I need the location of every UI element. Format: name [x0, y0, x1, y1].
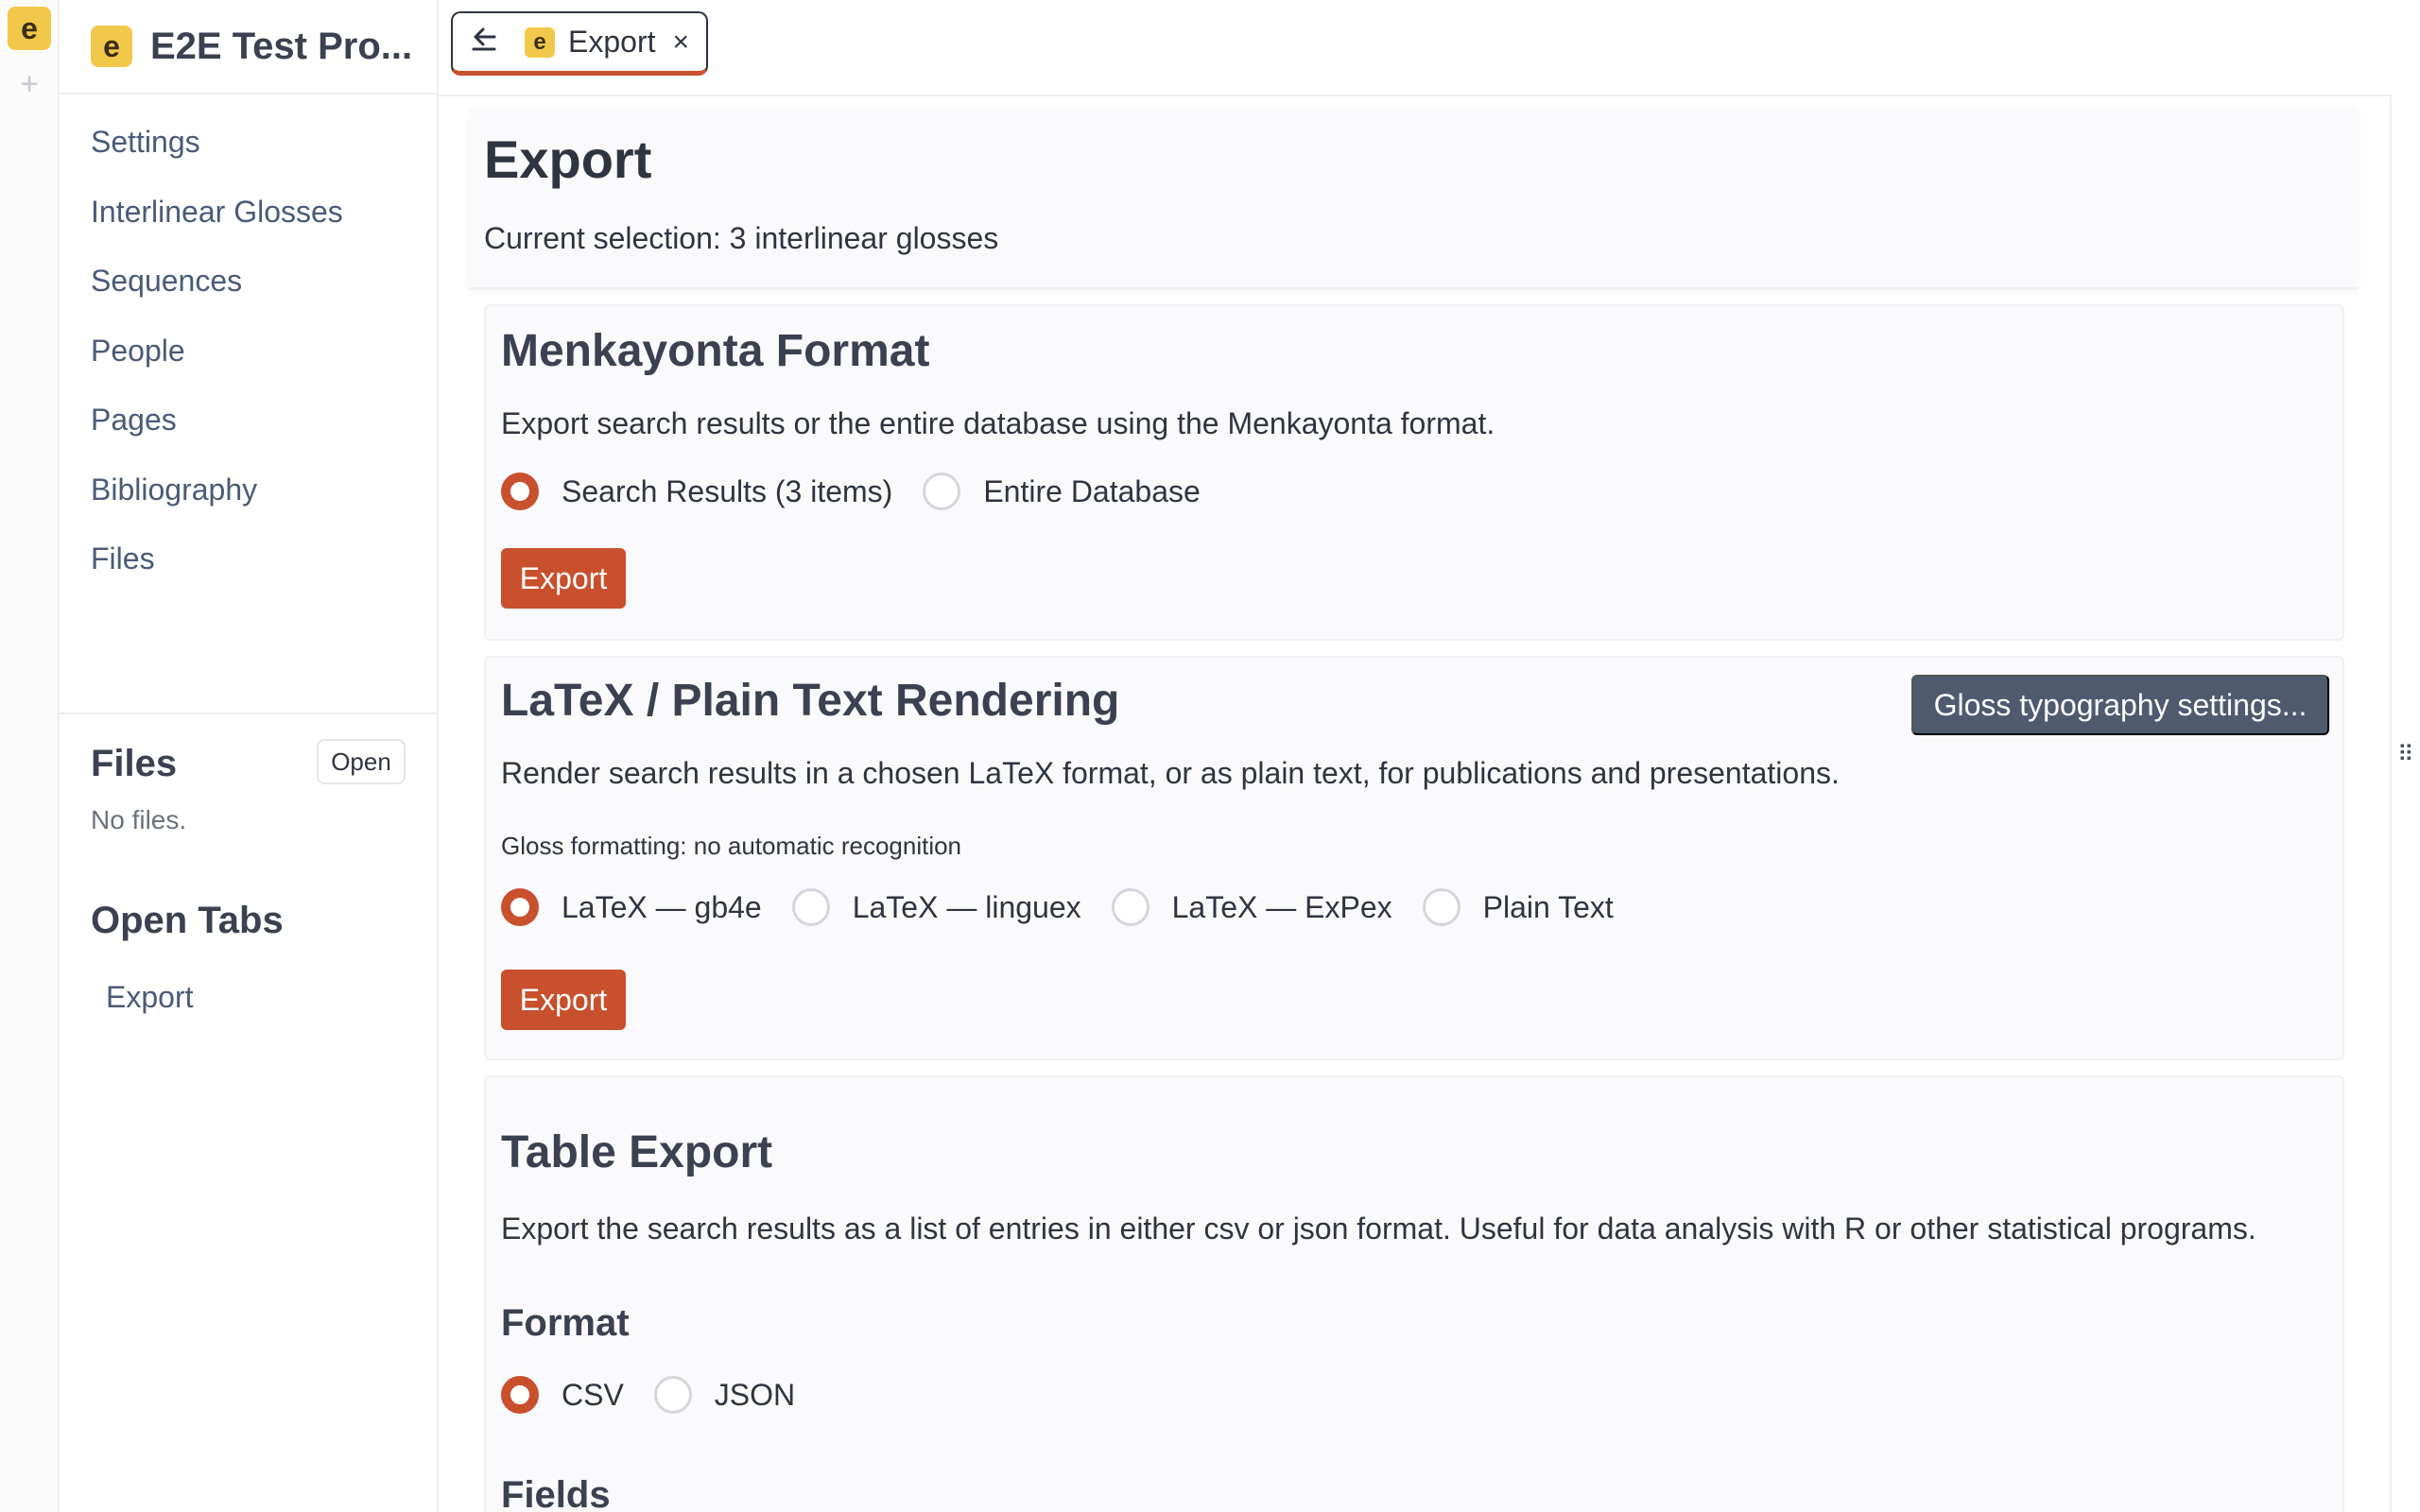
open-tab-item-export[interactable]: Export	[60, 980, 437, 1015]
selection-summary: Current selection: 3 interlinear glosses	[484, 221, 999, 255]
radio-indicator[interactable]	[791, 888, 830, 926]
radio-json[interactable]: JSON	[653, 1376, 796, 1414]
latex-description: Render search results in a chosen LaTeX …	[501, 756, 1840, 790]
open-tabs-heading: Open Tabs	[91, 900, 284, 941]
radio-indicator[interactable]	[501, 888, 539, 926]
sidebar-item-bibliography[interactable]: Bibliography	[60, 467, 437, 537]
radio-latex-linguex[interactable]: LaTeX — linguex	[791, 888, 1081, 926]
page-title: Export	[484, 129, 652, 189]
tab-bar: e Export ×	[439, 0, 2392, 96]
radio-label: Entire Database	[983, 473, 1201, 508]
radio-label: Plain Text	[1482, 889, 1614, 924]
sidebar: e E2E Test Pro... Settings Interlinear G…	[60, 0, 439, 1512]
arrow-left-icon[interactable]	[470, 24, 511, 60]
close-icon[interactable]: ×	[672, 26, 689, 59]
sidebar-nav: Settings Interlinear Glosses Sequences P…	[60, 94, 437, 714]
format-heading: Format	[501, 1302, 630, 1344]
sidebar-item-pages[interactable]: Pages	[60, 397, 437, 467]
latex-heading: LaTeX / Plain Text Rendering	[501, 676, 1120, 726]
latex-format-group: LaTeX — gb4e LaTeX — linguex LaTeX — ExP…	[501, 888, 1644, 926]
sidebar-item-people[interactable]: People	[60, 328, 437, 398]
table-format-group: CSV JSON	[501, 1376, 825, 1414]
gloss-formatting-note: Gloss formatting: no automatic recogniti…	[501, 832, 962, 860]
page-header: Export Current selection: 3 interlinear …	[469, 108, 2358, 289]
radio-indicator[interactable]	[501, 472, 539, 510]
radio-latex-gb4e[interactable]: LaTeX — gb4e	[501, 888, 762, 926]
table-export-description: Export the search results as a list of e…	[501, 1211, 2256, 1246]
table-export-heading: Table Export	[501, 1127, 773, 1177]
table-export-card: Table Export Export the search results a…	[484, 1075, 2344, 1512]
radio-label: LaTeX — ExPex	[1171, 889, 1392, 924]
radio-latex-expex[interactable]: LaTeX — ExPex	[1111, 888, 1392, 926]
latex-export-button[interactable]: Export	[501, 970, 626, 1030]
radio-indicator[interactable]	[1111, 888, 1150, 926]
app-root: e + e E2E Test Pro... Settings Interline…	[0, 0, 2420, 1512]
radio-csv[interactable]: CSV	[501, 1376, 624, 1414]
sidebar-item-files[interactable]: Files	[60, 536, 437, 606]
radio-label: LaTeX — gb4e	[562, 889, 762, 924]
latex-card: LaTeX / Plain Text Rendering Gloss typog…	[484, 656, 2344, 1060]
files-section: Files Open	[60, 714, 437, 818]
radio-plain-text[interactable]: Plain Text	[1422, 888, 1614, 926]
open-tabs-section: Open Tabs	[60, 835, 437, 942]
project-title[interactable]: E2E Test Pro...	[150, 26, 412, 68]
open-file-button[interactable]: Open	[317, 739, 406, 784]
menkayonta-card: Menkayonta Format Export search results …	[484, 304, 2344, 641]
radio-entire-database[interactable]: Entire Database	[923, 472, 1201, 510]
drag-handle-icon[interactable]: ⠿	[2397, 741, 2414, 768]
project-rail: e +	[0, 0, 60, 1512]
main-content: Export Current selection: 3 interlinear …	[439, 96, 2392, 1512]
sidebar-item-interlinear-glosses[interactable]: Interlinear Glosses	[60, 189, 437, 259]
sidebar-item-settings[interactable]: Settings	[60, 119, 437, 189]
menkayonta-scope-group: Search Results (3 items) Entire Database	[501, 472, 1231, 510]
tab-export[interactable]: e Export ×	[451, 11, 708, 76]
radio-label: JSON	[714, 1377, 796, 1412]
radio-indicator[interactable]	[923, 472, 961, 510]
menkayonta-export-button[interactable]: Export	[501, 548, 626, 609]
menkayonta-description: Export search results or the entire data…	[501, 406, 1495, 440]
sidebar-item-sequences[interactable]: Sequences	[60, 258, 437, 328]
app-logo-icon: e	[91, 26, 132, 67]
radio-search-results[interactable]: Search Results (3 items)	[501, 472, 892, 510]
tab-label: Export	[568, 25, 656, 59]
radio-indicator[interactable]	[653, 1376, 692, 1414]
main-divider	[2390, 96, 2392, 1512]
menkayonta-heading: Menkayonta Format	[501, 326, 930, 376]
fields-heading: Fields	[501, 1474, 611, 1512]
radio-label: CSV	[562, 1377, 624, 1412]
radio-indicator[interactable]	[1422, 888, 1461, 926]
radio-indicator[interactable]	[501, 1376, 539, 1414]
tab-logo-icon: e	[525, 26, 555, 58]
gloss-typography-settings-button[interactable]: Gloss typography settings...	[1911, 675, 2329, 735]
project-logo-icon[interactable]: e	[8, 7, 51, 50]
radio-label: LaTeX — linguex	[852, 889, 1081, 924]
add-project-button[interactable]: +	[17, 68, 42, 100]
sidebar-header: e E2E Test Pro...	[60, 0, 437, 94]
radio-label: Search Results (3 items)	[562, 473, 893, 508]
